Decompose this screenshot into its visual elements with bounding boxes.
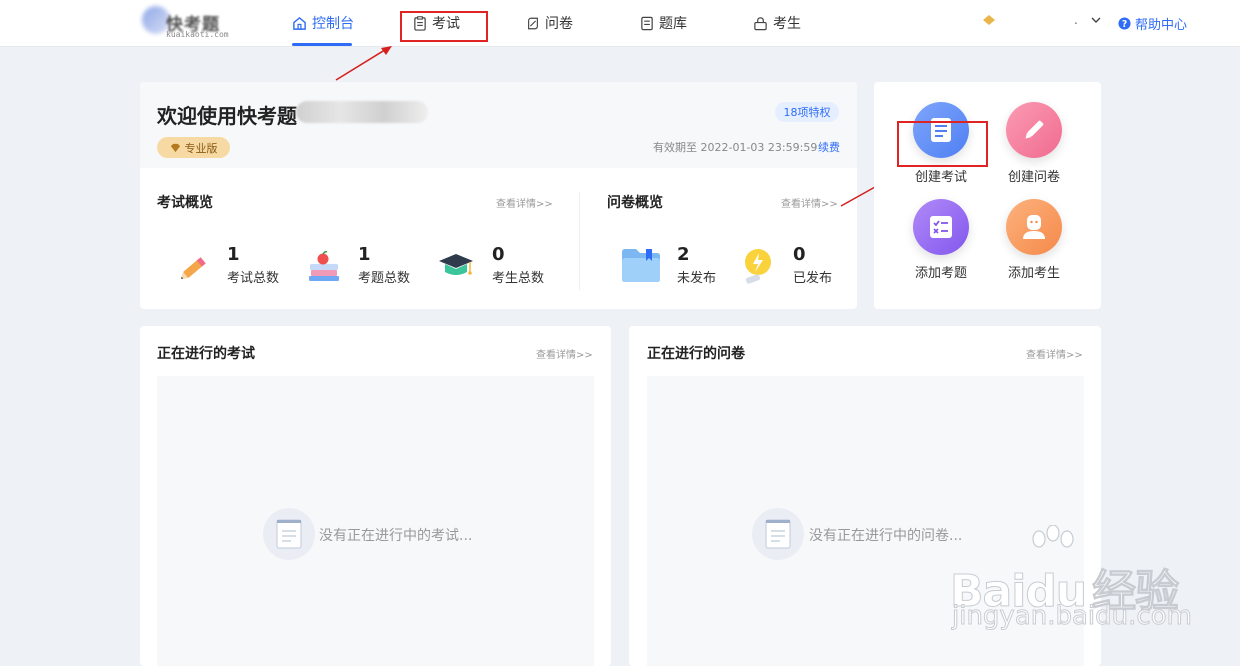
pen-icon [1025,120,1044,139]
top-navigation-bar: 快考题 kuaikaoti.com 控制台 考试 问卷 题库 考生 . ? 帮助… [0,0,1240,47]
edition-label: 专业版 [184,141,218,155]
empty-document-icon [752,508,804,560]
home-icon [293,16,306,30]
published-value: 0 [793,244,806,265]
candidate-total-value: 0 [492,244,505,265]
ongoing-exams-title: 正在进行的考试 [157,346,255,362]
survey-overview-title: 问卷概览 [607,195,663,211]
nav-dashboard-label: 控制台 [312,16,354,32]
question-total-value: 1 [358,244,371,265]
help-center-label: 帮助中心 [1135,18,1188,33]
checklist-icon [930,216,952,238]
person-icon [1023,215,1045,239]
survey-icon [528,17,538,29]
add-question-button[interactable] [913,199,969,255]
published-label: 已发布 [793,271,833,286]
unpublished-value: 2 [677,244,690,265]
overview-divider [579,192,580,290]
user-menu[interactable]: . [982,13,1102,27]
ongoing-exams-empty-area [157,376,594,666]
candidate-icon [754,16,767,30]
graduation-cap-icon [439,254,473,275]
lightbulb-icon [745,249,771,284]
question-total-label: 考题总数 [358,271,411,286]
watermark-url: jingyan.baidu.com [952,601,1193,632]
edition-badge: 专业版 [157,137,230,158]
ongoing-exams-more-link[interactable]: 查看详情>> [536,346,593,361]
annotation-box-exam-nav [400,11,488,42]
candidate-total-label: 考生总数 [492,271,545,286]
user-name: . [1074,13,1078,27]
pencil-icon [180,257,206,279]
add-question-label[interactable]: 添加考题 [896,262,986,281]
redacted-name [296,101,428,123]
create-survey-button[interactable] [1006,102,1062,158]
folder-icon [622,249,660,282]
nav-survey[interactable]: 问卷 [526,0,573,46]
create-survey-label[interactable]: 创建问卷 [989,166,1079,185]
books-apple-icon [309,251,339,281]
svg-text:?: ? [1122,19,1127,30]
nav-candidate-label: 考生 [773,16,801,32]
question-bank-icon [641,16,653,30]
renew-link[interactable]: 续费 [818,139,840,155]
survey-overview-more-link[interactable]: 查看详情>> [781,195,838,210]
expiry-text: 有效期至 2022-01-03 23:59:59 [653,141,818,154]
welcome-title: 欢迎使用快考题 [157,104,297,128]
empty-document-icon [263,508,315,560]
nav-question-bank[interactable]: 题库 [640,0,687,46]
add-candidate-button[interactable] [1006,199,1062,255]
exam-overview-title: 考试概览 [157,195,213,211]
ongoing-surveys-empty-text: 没有正在进行中的问卷... [809,528,963,544]
privilege-badge[interactable]: 18项特权 [775,102,839,122]
logo-domain: kuaikaoti.com [166,30,229,39]
annotation-box-create-exam [897,121,988,167]
create-exam-label[interactable]: 创建考试 [896,166,986,185]
unpublished-label: 未发布 [677,271,717,286]
nav-survey-label: 问卷 [545,16,573,32]
chevron-down-icon [1091,17,1101,23]
ongoing-surveys-title: 正在进行的问卷 [647,346,745,362]
annotation-arrow-1 [335,46,392,81]
ongoing-surveys-more-link[interactable]: 查看详情>> [1026,346,1083,361]
nav-candidate[interactable]: 考生 [753,0,801,46]
exam-total-label: 考试总数 [227,271,280,286]
avatar-icon [983,15,995,25]
help-icon: ? [1118,17,1131,30]
exam-overview-more-link[interactable]: 查看详情>> [496,195,553,210]
add-candidate-label[interactable]: 添加考生 [989,262,1079,281]
ongoing-exams-empty-text: 没有正在进行中的考试... [319,528,473,544]
logo[interactable]: 快考题 kuaikaoti.com [142,6,232,40]
baidu-jingyan-watermark: Baidu 经验 jingyan.baidu.com [949,525,1192,635]
nav-question-bank-label: 题库 [659,16,687,32]
exam-total-value: 1 [227,244,240,265]
help-center-link[interactable]: ? 帮助中心 [1118,14,1187,33]
diamond-icon [170,143,180,152]
